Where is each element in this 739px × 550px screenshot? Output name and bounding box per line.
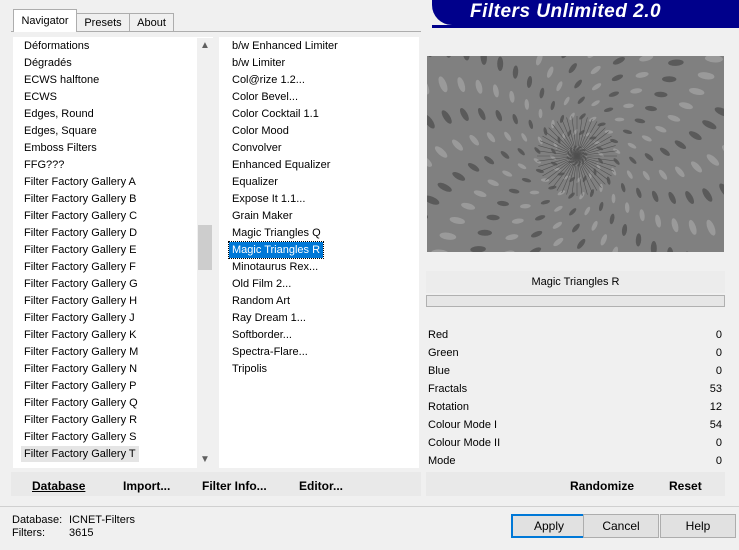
footer-divider [0,506,739,507]
category-item[interactable]: Edges, Square [24,123,97,139]
status-database-label: Database: [12,514,63,526]
category-item[interactable]: Filter Factory Gallery J [24,310,135,326]
parameter-panel: Red 0 Green 0 Blue 0 Fractals 53 Rotation 12 Colou… [426,325,725,470]
param-label: Red [428,329,449,341]
tab-about[interactable]: About [129,13,174,32]
banner-underline [432,25,739,28]
tab-presets[interactable]: Presets [76,13,130,32]
category-item[interactable]: FFG??? [24,157,64,173]
category-item[interactable]: Filter Factory Gallery K [24,327,136,343]
category-item[interactable]: Filter Factory Gallery P [24,378,136,394]
param-value: 53 [709,383,722,395]
filter-item[interactable]: Tripolis [232,361,267,377]
filter-item[interactable]: Expose It 1.1... [232,191,305,207]
filter-item[interactable]: Equalizer [232,174,278,190]
app-banner: Filters Unlimited 2.0 [432,0,739,25]
scroll-thumb[interactable] [198,225,212,270]
param-value: 0 [715,365,722,377]
param-row[interactable]: Green 0 [426,344,725,362]
filter-item[interactable]: b/w Limiter [232,55,285,71]
category-item[interactable]: ECWS [24,89,57,105]
filter-list[interactable]: b/w Enhanced Limiter b/w Limiter Col@rize … [219,37,419,468]
param-value: 0 [715,455,722,467]
category-item[interactable]: Filter Factory Gallery E [24,242,136,258]
reset-button[interactable]: Reset [669,478,702,494]
filter-item[interactable]: Spectra-Flare... [232,344,308,360]
category-item[interactable]: Filter Factory Gallery F [24,259,136,275]
param-row[interactable]: Colour Mode I 54 [426,416,725,434]
category-item[interactable]: Filter Factory Gallery R [24,412,137,428]
import-button[interactable]: Import... [123,478,170,494]
preview-image [427,56,724,252]
param-label: Colour Mode I [428,419,498,431]
param-label: Fractals [428,383,468,395]
param-label: Rotation [428,401,469,413]
category-scrollbar[interactable]: ▲ ▼ [197,38,213,468]
filter-item[interactable]: Col@rize 1.2... [232,72,305,88]
filter-name-label: Magic Triangles R [426,271,725,293]
banner-title: Filters Unlimited 2.0 [470,1,662,22]
param-value: 0 [715,437,722,449]
filter-info-button[interactable]: Filter Info... [202,478,267,494]
filter-item[interactable]: Color Mood [232,123,289,139]
database-button[interactable]: Database [32,478,85,494]
randomize-button[interactable]: Randomize [570,478,634,494]
param-row[interactable]: Fractals 53 [426,380,725,398]
param-value: 12 [709,401,722,413]
param-row[interactable]: Mode 0 [426,452,725,470]
param-label: Green [428,347,459,359]
param-row[interactable]: Colour Mode II 0 [426,434,725,452]
cancel-button[interactable]: Cancel [583,514,659,538]
status-filters-label: Filters: [12,527,45,539]
filter-item[interactable]: Old Film 2... [232,276,291,292]
param-label: Blue [428,365,451,377]
editor-button[interactable]: Editor... [299,478,343,494]
param-value: 0 [715,347,722,359]
category-item[interactable]: Filter Factory Gallery C [24,208,137,224]
category-item[interactable]: Filter Factory Gallery N [24,361,137,377]
category-item[interactable]: Filter Factory Gallery B [24,191,136,207]
category-item[interactable]: Filter Factory Gallery M [24,344,138,360]
category-item[interactable]: Dégradés [24,55,72,71]
filter-item[interactable]: Enhanced Equalizer [232,157,330,173]
param-value: 0 [715,329,722,341]
category-item[interactable]: Filter Factory Gallery G [24,276,138,292]
filter-item[interactable]: Color Bevel... [232,89,298,105]
filter-item[interactable]: b/w Enhanced Limiter [232,38,338,54]
category-item[interactable]: Emboss Filters [24,140,97,156]
help-button[interactable]: Help [660,514,736,538]
param-label: Mode [428,455,456,467]
param-row[interactable]: Rotation 12 [426,398,725,416]
category-item[interactable]: Déformations [24,38,89,54]
param-label: Colour Mode II [428,437,501,449]
filter-item[interactable]: Grain Maker [232,208,293,224]
tab-navigator[interactable]: Navigator [13,9,77,32]
filter-item[interactable]: Convolver [232,140,282,156]
category-item[interactable]: Filter Factory Gallery Q [24,395,138,411]
category-item[interactable]: Filter Factory Gallery D [24,225,137,241]
category-item[interactable]: Edges, Round [24,106,94,122]
filter-item[interactable]: Magic Triangles Q [232,225,321,241]
filter-item[interactable]: Random Art [232,293,290,309]
param-row[interactable]: Blue 0 [426,362,725,380]
scroll-down-icon[interactable]: ▼ [197,452,213,468]
filter-item[interactable]: Minotaurus Rex... [232,259,318,275]
status-filters-value: 3615 [69,527,94,539]
status-database-value: ICNET-Filters [69,514,135,526]
category-item[interactable]: Filter Factory Gallery A [24,174,136,190]
filter-item[interactable]: Magic Triangles R [227,241,325,259]
param-value: 54 [709,419,722,431]
category-item[interactable]: Filter Factory Gallery S [24,429,136,445]
filter-item[interactable]: Softborder... [232,327,292,343]
param-row[interactable]: Red 0 [426,326,725,344]
category-item[interactable]: Filter Factory Gallery H [24,293,137,309]
progress-bar [426,295,725,307]
category-item[interactable]: ECWS halftone [24,72,99,88]
filter-item[interactable]: Ray Dream 1... [232,310,306,326]
scroll-up-icon[interactable]: ▲ [197,38,213,54]
category-item[interactable]: Filter Factory Gallery T [21,446,139,462]
filter-item[interactable]: Color Cocktail 1.1 [232,106,319,122]
apply-button[interactable]: Apply [511,514,587,538]
category-list[interactable]: Déformations Dégradés ECWS halftone ECWS Edg… [13,37,213,468]
